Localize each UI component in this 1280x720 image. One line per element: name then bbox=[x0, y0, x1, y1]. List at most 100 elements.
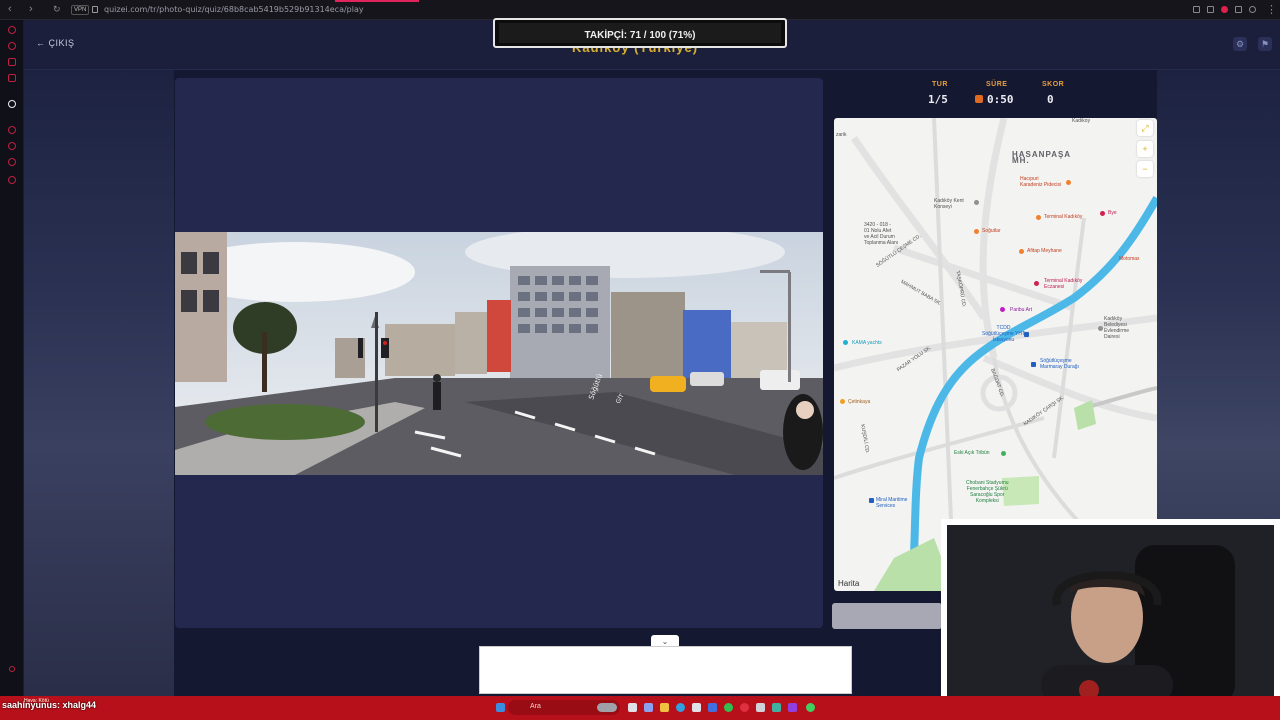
widgets-icon[interactable] bbox=[597, 703, 617, 712]
flag-icon[interactable]: ⚑ bbox=[1258, 37, 1272, 51]
map-label-bye: Bye bbox=[1108, 210, 1117, 216]
score-label: SKOR bbox=[1042, 81, 1065, 88]
sidebar-item-icon[interactable] bbox=[8, 58, 16, 66]
browser-toolbar: ‹ › ↻ VPN quizei.com/tr/photo-quiz/quiz/… bbox=[0, 0, 1280, 20]
fullscreen-icon[interactable]: ⤢ bbox=[1137, 120, 1153, 136]
active-tab-indicator bbox=[335, 0, 419, 2]
art-icon bbox=[1000, 307, 1005, 312]
map-label-stadium: Chobani Stadyumu Fenerbahçe Şükrü Saraco… bbox=[966, 480, 1009, 504]
webcam-image bbox=[947, 525, 1274, 705]
map-label-terminal: Terminal Kadıköy bbox=[1044, 214, 1083, 220]
shop-icon bbox=[1100, 211, 1105, 216]
background-blur-left bbox=[24, 70, 174, 696]
follower-goal-text: TAKİPÇİ: 71 / 100 (71%) bbox=[584, 30, 696, 41]
sidebar-item-icon[interactable] bbox=[8, 74, 16, 82]
map-label-maritime: Miral Maritime Services bbox=[876, 497, 908, 509]
map-label-tcdd: TCDD Söğütlüçeşme YHT İstasyonu bbox=[982, 325, 1025, 343]
map-label-motomax: Motomax bbox=[1119, 256, 1140, 262]
map-label-kent-konseyi: Kadıköy Kent Konseyi bbox=[934, 198, 964, 210]
menu-icon[interactable]: ⋮ bbox=[1266, 3, 1277, 16]
district-label: HASANPAŞA MH. bbox=[1012, 150, 1072, 165]
teams-icon[interactable] bbox=[644, 703, 653, 712]
task-view-icon[interactable] bbox=[628, 703, 637, 712]
app-icon[interactable] bbox=[756, 703, 765, 712]
heart-icon[interactable] bbox=[1249, 6, 1256, 13]
mail-icon[interactable] bbox=[708, 703, 717, 712]
street-photo-image: Söğütlü GİT bbox=[175, 232, 823, 475]
app-icon[interactable] bbox=[772, 703, 781, 712]
start-icon[interactable] bbox=[496, 703, 505, 712]
taskbar-search-label: Ara bbox=[530, 703, 541, 710]
sidebar-item-icon[interactable] bbox=[8, 176, 16, 184]
sidebar-item-icon[interactable] bbox=[8, 126, 16, 134]
office-icon bbox=[869, 498, 874, 503]
taskbar bbox=[0, 696, 1280, 720]
reload-icon[interactable]: ↻ bbox=[53, 4, 61, 15]
sidebar-item-icon[interactable] bbox=[9, 666, 15, 672]
shop-icon bbox=[840, 399, 845, 404]
webcam-overlay bbox=[941, 519, 1280, 711]
whatsapp-icon[interactable] bbox=[806, 703, 815, 712]
restaurant-icon bbox=[974, 229, 979, 234]
chrome-icon[interactable] bbox=[724, 703, 733, 712]
map-label-emergency: 3420 - 018 - 01 Nolu Afet ve Acil Durum … bbox=[864, 222, 899, 246]
building-icon bbox=[974, 200, 979, 205]
building-icon bbox=[1098, 326, 1103, 331]
restaurant-icon bbox=[1019, 249, 1024, 254]
map-label-eczane: Terminal Kadıköy Eczanesi bbox=[1044, 278, 1083, 290]
map-attribution-label: Harita bbox=[838, 579, 860, 588]
vpn-badge[interactable]: VPN bbox=[71, 5, 90, 15]
guess-button[interactable] bbox=[832, 603, 942, 629]
forward-icon[interactable]: › bbox=[29, 3, 33, 15]
map-label-zarik: zarik bbox=[836, 132, 847, 138]
round-label: TUR bbox=[932, 81, 948, 88]
folder-icon[interactable] bbox=[660, 703, 669, 712]
map-label-paribu: Paribu Art bbox=[1010, 307, 1032, 313]
stream-chat-overlay: saahinyunus: xhalg44 bbox=[2, 700, 97, 710]
map-label-cetinkaya: Çetinkaya bbox=[848, 399, 871, 405]
extension-icon[interactable] bbox=[1207, 6, 1214, 13]
restaurant-icon bbox=[1036, 215, 1041, 220]
follower-goal-overlay: TAKİPÇİ: 71 / 100 (71%) bbox=[493, 18, 787, 48]
sidebar-item-icon[interactable] bbox=[8, 42, 16, 50]
score-value: 0 bbox=[1047, 93, 1054, 106]
sidebar-item-icon[interactable] bbox=[8, 26, 16, 34]
bookmark-icon[interactable] bbox=[1193, 6, 1200, 13]
map-attribution: Harita bbox=[838, 579, 859, 588]
map-label-kama: KAMA yachts bbox=[852, 340, 882, 346]
webcam-feed bbox=[947, 525, 1274, 705]
zoom-out-icon[interactable]: − bbox=[1137, 161, 1153, 177]
map-label-sojutlar: Soğutlar bbox=[982, 228, 1001, 234]
store-icon[interactable] bbox=[692, 703, 701, 712]
stadium-icon bbox=[1001, 451, 1006, 456]
map-label-afitap: Afitap Meyhane bbox=[1027, 248, 1062, 254]
map-label-eski-acik: Eski Açık Tribün bbox=[954, 450, 990, 456]
time-value: 0:50 bbox=[987, 93, 1014, 106]
street-view-photo[interactable]: Söğütlü GİT bbox=[175, 232, 823, 475]
lock-icon bbox=[92, 6, 98, 13]
sidebar-item-icon[interactable] bbox=[8, 158, 16, 166]
record-icon[interactable] bbox=[1221, 6, 1228, 13]
opera-icon[interactable] bbox=[740, 703, 749, 712]
map-label-hacipuri: Hacıpuri Karadeniz Pidecisi bbox=[1020, 176, 1062, 188]
zoom-in-icon[interactable]: + bbox=[1137, 141, 1153, 157]
app-icon[interactable] bbox=[788, 703, 797, 712]
train-icon bbox=[1031, 362, 1036, 367]
map-label-kadikoy: Kadıkoy bbox=[1072, 118, 1091, 124]
map-label-marmaray: Söğütlüçeşme Marmaray Durağı bbox=[1040, 358, 1079, 370]
sidebar-item-icon[interactable] bbox=[8, 100, 16, 108]
sidebar-item-icon[interactable] bbox=[8, 142, 16, 150]
marina-icon bbox=[843, 340, 848, 345]
settings-icon[interactable]: ⚙ bbox=[1233, 37, 1247, 51]
bottom-overlay-box bbox=[479, 646, 852, 694]
edge-icon[interactable] bbox=[676, 703, 685, 712]
map-label-belediye: Kadıköy Belediyesi Evlendirme Dairesi bbox=[1104, 316, 1130, 340]
address-bar[interactable]: quizei.com/tr/photo-quiz/quiz/68b8cab541… bbox=[104, 5, 364, 14]
exit-button[interactable]: ← ÇIKIŞ bbox=[36, 38, 75, 48]
back-icon[interactable]: ‹ bbox=[8, 3, 12, 15]
pharmacy-icon bbox=[1034, 281, 1039, 286]
train-icon bbox=[1024, 332, 1029, 337]
round-value: 1/5 bbox=[928, 93, 948, 106]
play-icon[interactable] bbox=[1235, 6, 1242, 13]
timer-icon bbox=[975, 95, 983, 103]
